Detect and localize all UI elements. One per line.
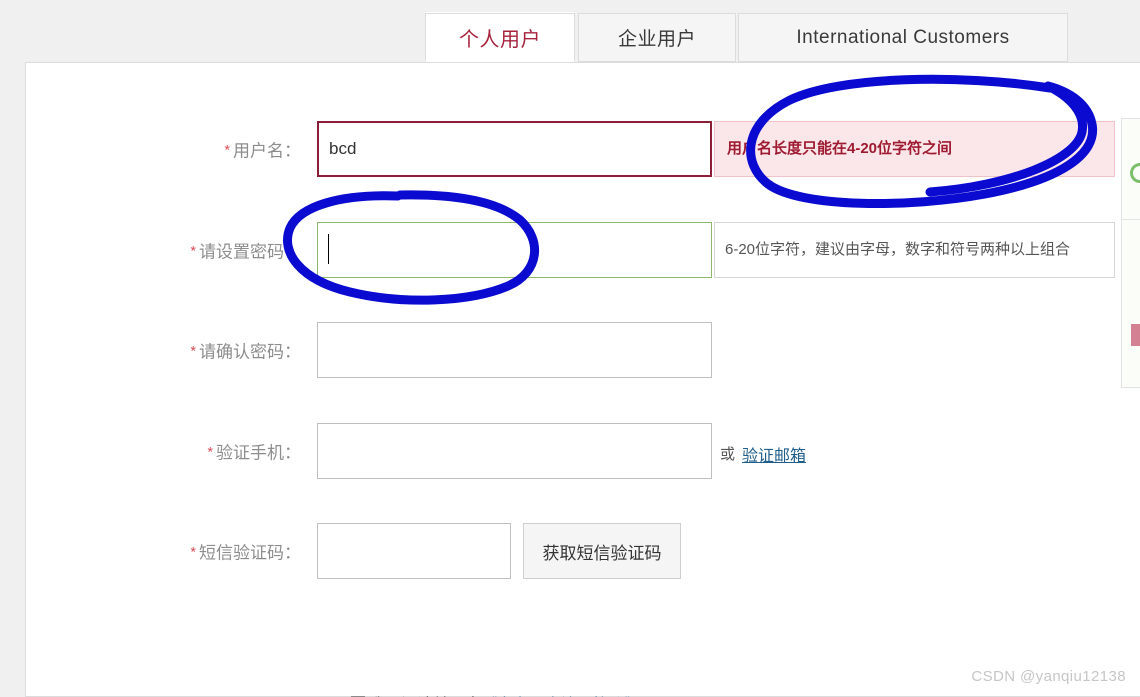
sms-code-label-text: 短信验证码：	[199, 543, 301, 563]
confirm-password-input[interactable]	[317, 322, 712, 378]
panel-divider	[1122, 219, 1140, 220]
sms-code-label: * 短信验证码：	[156, 539, 301, 564]
form-row-confirm-password: * 请确认密码：	[26, 322, 1140, 378]
password-label: * 请设置密码：	[156, 238, 301, 263]
required-asterisk: *	[224, 141, 230, 158]
warning-icon	[1131, 324, 1140, 346]
confirm-password-label: * 请确认密码：	[156, 338, 301, 363]
required-asterisk: *	[190, 342, 196, 359]
required-asterisk: *	[207, 443, 213, 460]
username-error-text: 用户名长度只能在4-20位字符之间	[727, 139, 953, 157]
or-separator-text: 或	[720, 446, 736, 463]
get-sms-code-button-label: 获取短信验证码	[542, 543, 662, 563]
agreement-row: 我已阅读并同意 《京东用户注册协议》	[351, 691, 641, 697]
form-row-sms-code: * 短信验证码： 获取短信验证码	[26, 523, 1140, 579]
form-row-password: * 请设置密码： 6-20位字符，建议由字母，数字和符号两种以上组合	[26, 222, 1140, 278]
screenshot-root: 个人用户 企业用户 International Customers * 用户名： …	[0, 0, 1140, 697]
tab-personal-user[interactable]: 个人用户	[425, 13, 575, 62]
username-label-text: 用户名：	[233, 141, 301, 161]
confirm-password-label-text: 请确认密码：	[199, 342, 301, 362]
agreement-link[interactable]: 《京东用户注册协议》	[481, 691, 641, 697]
check-circle-icon	[1130, 163, 1140, 183]
username-input[interactable]	[317, 121, 712, 177]
text-cursor	[328, 234, 329, 264]
username-label: * 用户名：	[156, 137, 301, 162]
required-asterisk: *	[190, 242, 196, 259]
side-info-panel	[1121, 118, 1140, 388]
form-row-phone: * 验证手机： 或 验证邮箱	[26, 423, 1140, 479]
sms-code-input[interactable]	[317, 523, 511, 579]
agreement-text: 我已阅读并同意	[369, 691, 481, 697]
watermark: CSDN @yanqiu12138	[971, 668, 1126, 685]
tab-international-customers-label: International Customers	[796, 26, 1010, 48]
tab-enterprise-user-label: 企业用户	[617, 29, 696, 50]
get-sms-code-button[interactable]: 获取短信验证码	[523, 523, 681, 579]
tab-enterprise-user[interactable]: 企业用户	[578, 13, 736, 62]
registration-card: *用户名： 用户名长度只能在4-20位字符之间 *请设置密码： 6-20位字符，…	[25, 62, 1140, 697]
username-error-message: 用户名长度只能在4-20位字符之间	[714, 121, 1115, 177]
phone-label-text: 验证手机：	[216, 443, 301, 463]
tab-international-customers[interactable]: International Customers	[738, 13, 1068, 62]
password-input[interactable]	[317, 222, 712, 278]
phone-input[interactable]	[317, 423, 712, 479]
password-hint-message: 6-20位字符，建议由字母，数字和符号两种以上组合	[714, 222, 1115, 278]
required-asterisk: *	[190, 543, 196, 560]
verify-email-link[interactable]: 验证邮箱	[742, 442, 806, 466]
form-row-username: *用户名： 用户名长度只能在4-20位字符之间	[26, 121, 1140, 177]
phone-label: * 验证手机：	[156, 439, 301, 464]
password-label-text: 请设置密码：	[199, 242, 301, 262]
tab-personal-user-label: 个人用户	[459, 29, 541, 51]
password-hint-text: 6-20位字符，建议由字母，数字和符号两种以上组合	[725, 240, 1071, 258]
